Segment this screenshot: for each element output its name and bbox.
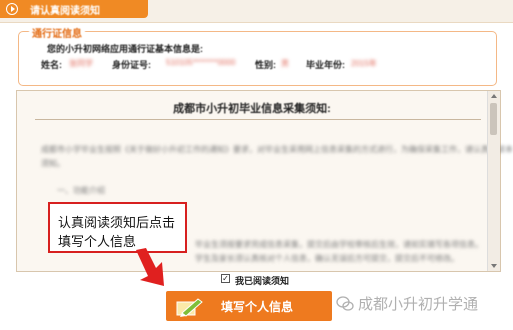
scroll-down-icon[interactable] <box>491 264 497 268</box>
fill-info-button[interactable]: 填写个人信息 <box>166 291 332 321</box>
watermark-text: 成都小升初升学通 <box>358 296 479 313</box>
notice-title: 成都市小升初毕业信息采集须知: <box>173 103 331 115</box>
pass-info-panel: 通行证信息 您的小升初网络应用通行证基本信息是: 姓名: 张同学 身份证号: 5… <box>18 25 497 86</box>
id-label: 身份证号: <box>112 60 151 70</box>
tab-label: 请认真阅读须知 <box>30 6 100 17</box>
callout-line-2: 填写个人信息 <box>58 234 137 249</box>
notice-paragraph: 一、功能介绍 <box>57 186 105 195</box>
instruction-callout: 认真阅读须知后点击 填写个人信息 <box>48 202 187 253</box>
pencil-paper-icon <box>176 298 203 317</box>
name-value: 张同学 <box>69 59 93 68</box>
agree-checkbox[interactable]: ✓ <box>221 274 230 283</box>
top-tab-bar: 请认真阅读须知 <box>0 0 513 23</box>
gender-label: 性别: <box>255 60 276 70</box>
grad-year-label: 毕业年份: <box>306 60 345 70</box>
name-label: 姓名: <box>41 60 62 70</box>
pass-info-intro: 您的小升初网络应用通行证基本信息是: <box>47 44 203 54</box>
notice-paragraph: 须知。 <box>41 159 65 168</box>
notice-divider <box>35 119 481 120</box>
notice-paragraph: 成都市小学毕业生按照《关于做好小升初工作的通知》要求，对毕业生采用网上信息采集的… <box>41 145 513 154</box>
gender-value: 男 <box>281 59 289 68</box>
scroll-up-icon[interactable] <box>491 94 497 98</box>
notice-paragraph: 毕业生须按要求完成信息采集，提交后由学校审核后生效，请如实填写各项信息。 <box>195 240 483 249</box>
fill-info-label: 填写个人信息 <box>221 300 294 314</box>
play-circle-icon <box>6 3 18 15</box>
tab-read-notice[interactable]: 请认真阅读须知 <box>0 0 148 18</box>
id-value: 510105********0000 <box>166 58 236 67</box>
grad-year-value: 2015年 <box>351 59 377 68</box>
scroll-thumb[interactable] <box>490 103 497 135</box>
notice-scrollbar[interactable] <box>487 91 500 271</box>
wechat-icon <box>336 296 354 311</box>
agree-label[interactable]: 我已阅读须知 <box>235 274 289 287</box>
pass-info-legend: 通行证信息 <box>29 25 85 40</box>
red-arrow-icon <box>136 248 164 286</box>
callout-line-1: 认真阅读须知后点击 <box>58 215 176 230</box>
notice-paragraph: 学生及家长须认真核对个人信息，确认无误后方可提交，提交后不可修改。 <box>195 254 459 263</box>
